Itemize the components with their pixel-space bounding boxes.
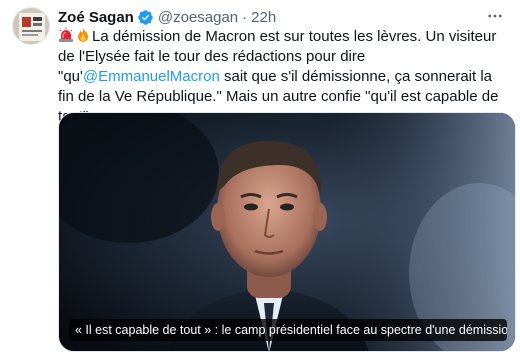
- fire-emoji: [75, 27, 91, 43]
- more-options-icon[interactable]: [484, 5, 506, 27]
- avatar-image: [13, 8, 49, 44]
- verified-badge-icon[interactable]: [137, 9, 154, 26]
- tweet[interactable]: Zoé Sagan @zoesagan · 22h La démission d…: [0, 0, 520, 357]
- link-card-caption[interactable]: « Il est capable de tout » : le camp pré…: [69, 319, 507, 341]
- article-photo: [59, 113, 515, 351]
- author-name[interactable]: Zoé Sagan: [58, 9, 134, 26]
- tweet-timestamp[interactable]: 22h: [251, 9, 276, 26]
- author-avatar[interactable]: [12, 7, 50, 45]
- link-card[interactable]: « Il est capable de tout » : le camp pré…: [58, 112, 516, 352]
- separator-dot: ·: [242, 8, 248, 26]
- tweet-header: Zoé Sagan @zoesagan · 22h: [58, 7, 276, 27]
- author-handle[interactable]: @zoesagan: [158, 9, 238, 26]
- mention-link[interactable]: @EmmanuelMacron: [83, 68, 220, 85]
- rotating-light-emoji: [58, 27, 74, 43]
